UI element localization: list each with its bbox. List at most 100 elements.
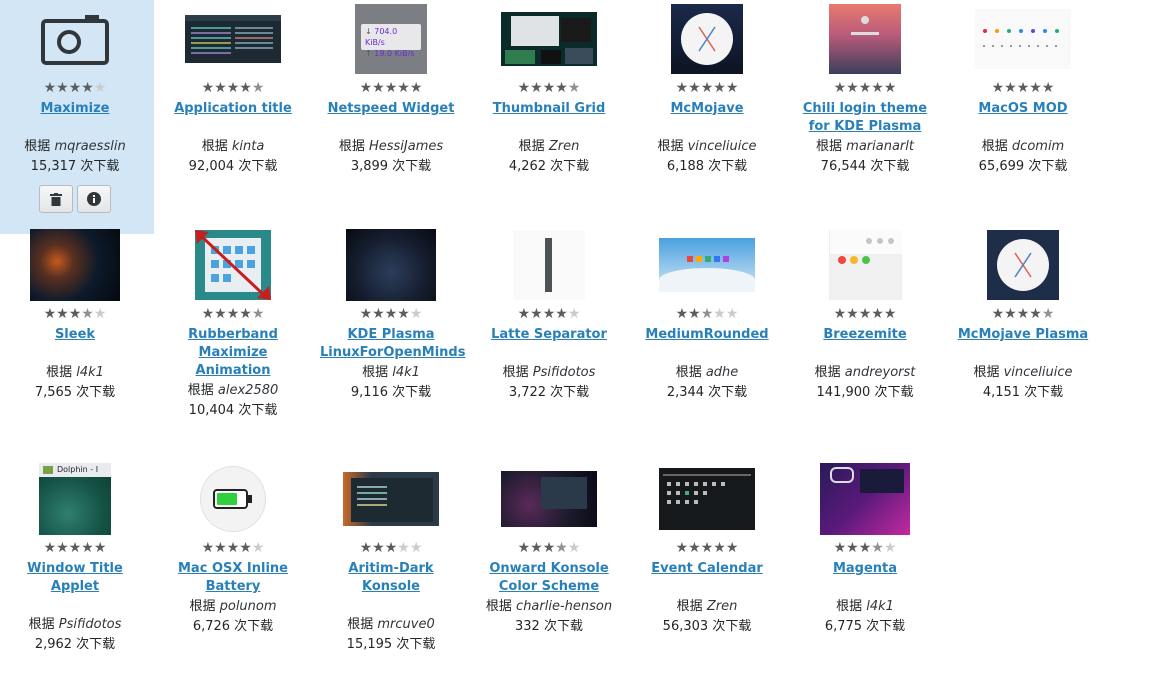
store-item[interactable]: ★★★★★ Latte Separator 根据 Psifidotos 3,72… — [470, 226, 628, 460]
item-title-link[interactable]: Mac OSX Inline Battery — [158, 560, 308, 596]
rating-stars: ★★★★★ — [675, 306, 739, 322]
item-title-link[interactable]: Event Calendar — [632, 560, 782, 578]
store-item[interactable]: ★★★★★ Rubberband Maximize Animation 根据 a… — [154, 226, 312, 460]
item-title-link[interactable]: Latte Separator — [474, 326, 624, 344]
item-thumbnail[interactable] — [200, 464, 266, 534]
item-thumbnail[interactable] — [346, 229, 436, 301]
store-item[interactable]: ↓ 704.0 KiB/s ↑ 19.0 KiB/s ★★★★★ Netspee… — [312, 0, 470, 234]
item-author-line: 根据 dcomim — [982, 138, 1064, 156]
item-downloads: 6,775 次下载 — [825, 618, 905, 636]
item-title-link[interactable]: MediumRounded — [632, 326, 782, 344]
store-item[interactable]: ★★★★★ McMojave Plasma 根据 vinceliuice 4,1… — [944, 226, 1102, 460]
item-title-link[interactable]: McMojave — [632, 100, 782, 118]
item-thumbnail[interactable]: ↓ 704.0 KiB/s ↑ 19.0 KiB/s — [355, 4, 427, 74]
downloads-suffix: 次下载 — [550, 159, 590, 174]
item-author-line: 根据 marianarlt — [816, 138, 914, 156]
store-item[interactable]: ★★★★★ Event Calendar 根据 Zren 56,303 次下载 — [628, 460, 786, 694]
store-item[interactable]: ★★★★★ KDE Plasma LinuxForOpenMinds 根据 l4… — [312, 226, 470, 460]
item-thumbnail[interactable] — [195, 230, 271, 300]
item-title-link[interactable]: McMojave Plasma — [948, 326, 1098, 344]
item-author-line: 根据 adhe — [676, 364, 739, 382]
item-thumbnail[interactable] — [39, 4, 111, 74]
store-item[interactable]: ★★★★★ Application title 根据 kinta 92,004 … — [154, 0, 312, 234]
item-title-link[interactable]: Window Title Applet — [0, 560, 150, 596]
byline-prefix: 根据 — [362, 365, 389, 380]
item-author: kinta — [231, 139, 265, 154]
item-title-link[interactable]: Netspeed Widget — [316, 100, 466, 118]
item-title-link[interactable]: Sleek — [0, 326, 150, 344]
item-author-line: 根据 andreyorst — [815, 364, 916, 382]
store-item[interactable]: ★★★★★ Breezemite 根据 andreyorst 141,900 次… — [786, 226, 944, 460]
download-count: 6,726 — [192, 619, 231, 634]
item-title-link[interactable]: Aritim-Dark Konsole — [316, 560, 466, 596]
downloads-suffix: 次下载 — [1024, 385, 1064, 400]
store-item[interactable]: ★★★★★ Chili login theme for KDE Plasma 根… — [786, 0, 944, 234]
downloads-suffix: 次下载 — [238, 159, 278, 174]
item-thumbnail[interactable] — [820, 463, 910, 535]
item-title-link[interactable]: Breezemite — [790, 326, 940, 344]
download-count: 9,116 — [350, 385, 389, 400]
item-author-line: 根据 l4k1 — [836, 598, 894, 616]
store-item[interactable]: ★★★★★ Sleek 根据 l4k1 7,565 次下载 — [0, 226, 154, 460]
item-thumbnail[interactable] — [343, 464, 439, 534]
item-title-link[interactable]: Application title — [158, 100, 308, 118]
mac-x-icon — [1014, 252, 1032, 278]
item-thumbnail[interactable] — [987, 230, 1059, 300]
store-item[interactable]: ★★★★★ Aritim-Dark Konsole 根据 mrcuve0 15,… — [312, 460, 470, 694]
store-item[interactable]: ★★★★★ MediumRounded 根据 adhe 2,344 次下载 — [628, 226, 786, 460]
byline-prefix: 根据 — [814, 365, 841, 380]
item-thumbnail[interactable] — [659, 230, 755, 300]
item-thumbnail[interactable] — [671, 4, 743, 74]
item-downloads: 65,699 次下载 — [979, 158, 1068, 176]
item-author-line: 根据 Psifidotos — [29, 616, 122, 634]
store-item[interactable]: Dolphin - I ★★★★★ Window Title Applet 根据… — [0, 460, 154, 694]
store-item[interactable]: ★★★★★ MacOS MOD 根据 dcomim 65,699 次下载 — [944, 0, 1102, 234]
rating-stars: ★★★★★ — [43, 540, 107, 556]
camera-icon — [41, 15, 109, 65]
item-thumbnail[interactable] — [501, 464, 597, 534]
store-item[interactable]: ★★★★★ Mac OSX Inline Battery 根据 polunom … — [154, 460, 312, 694]
item-thumbnail[interactable] — [30, 229, 120, 301]
rating-stars: ★★★★★ — [833, 306, 897, 322]
item-thumbnail[interactable]: Dolphin - I — [39, 463, 111, 535]
item-title-link[interactable]: Maximize — [0, 100, 150, 118]
rating-stars: ★★★★★ — [43, 306, 107, 322]
item-thumbnail[interactable] — [185, 4, 281, 74]
byline-prefix: 根据 — [816, 139, 843, 154]
item-thumbnail[interactable] — [501, 4, 597, 74]
store-item[interactable]: ★★★★★ Maximize 根据 mqraesslin 15,317 次下载 — [0, 0, 154, 234]
item-author-line: 根据 alex2580 — [188, 382, 279, 400]
rating-stars: ★★★★★ — [517, 306, 581, 322]
item-thumbnail[interactable] — [828, 230, 902, 300]
store-item[interactable]: ★★★★★ Thumbnail Grid 根据 Zren 4,262 次下载 — [470, 0, 628, 234]
downloads-suffix: 次下载 — [708, 159, 748, 174]
uninstall-button[interactable] — [39, 185, 73, 213]
item-title-link[interactable]: MacOS MOD — [948, 100, 1098, 118]
item-thumbnail[interactable] — [829, 4, 901, 74]
item-downloads: 3,899 次下载 — [351, 158, 431, 176]
item-thumbnail[interactable] — [659, 464, 755, 534]
downloads-suffix: 次下载 — [76, 637, 116, 652]
item-title-link[interactable]: Thumbnail Grid — [474, 100, 624, 118]
item-author-line: 根据 polunom — [189, 598, 276, 616]
store-item[interactable]: ★★★★★ Magenta 根据 l4k1 6,775 次下载 — [786, 460, 944, 694]
downloads-suffix: 次下载 — [396, 637, 436, 652]
download-count: 15,317 — [30, 159, 77, 174]
item-title-link[interactable]: KDE Plasma LinuxForOpenMinds — [316, 326, 466, 362]
rating-stars: ★★★★★ — [359, 80, 423, 96]
downloads-suffix: 次下载 — [392, 159, 432, 174]
store-item[interactable]: ★★★★★ McMojave 根据 vinceliuice 6,188 次下载 — [628, 0, 786, 234]
downloads-suffix: 次下载 — [543, 619, 583, 634]
rating-stars: ★★★★★ — [43, 80, 107, 96]
item-title-link[interactable]: Chili login theme for KDE Plasma — [790, 100, 940, 136]
store-item[interactable]: ★★★★★ Onward Konsole Color Scheme 根据 cha… — [470, 460, 628, 694]
item-thumbnail[interactable] — [975, 4, 1071, 74]
item-title-link[interactable]: Magenta — [790, 560, 940, 578]
item-thumbnail[interactable] — [513, 230, 585, 300]
rating-stars: ★★★★★ — [833, 540, 897, 556]
item-title-link[interactable]: Rubberband Maximize Animation — [158, 326, 308, 380]
item-downloads: 141,900 次下载 — [817, 384, 914, 402]
item-title-link[interactable]: Onward Konsole Color Scheme — [474, 560, 624, 596]
item-author: polunom — [219, 599, 277, 614]
details-button[interactable] — [77, 185, 111, 213]
